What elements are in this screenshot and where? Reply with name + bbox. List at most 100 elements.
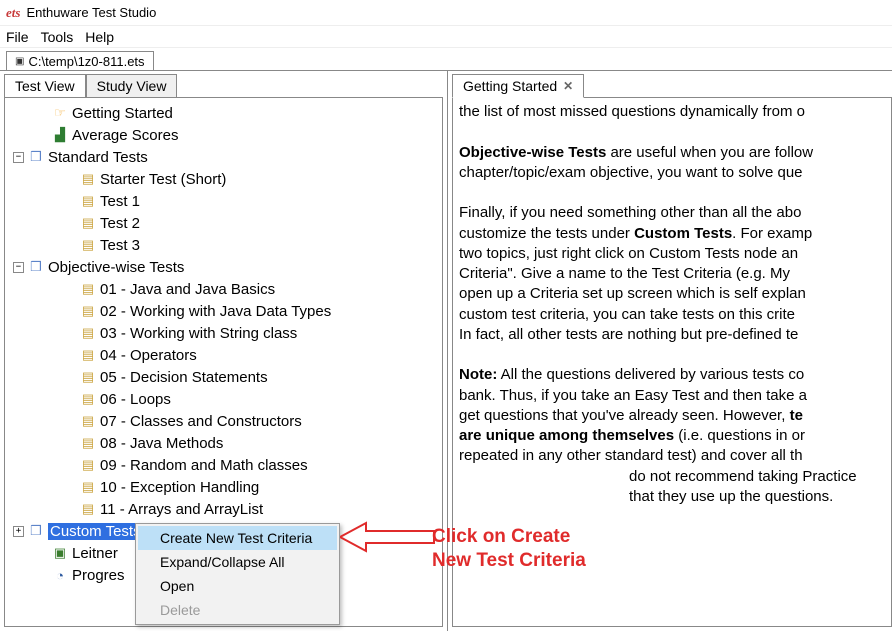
test-icon [80, 391, 96, 407]
tree-node-test[interactable]: 05 - Decision Statements [9, 366, 442, 388]
chart-icon: ▟ [52, 127, 68, 143]
content-bold: Note: [459, 366, 497, 383]
context-create-new-test-criteria[interactable]: Create New Test Criteria [138, 526, 337, 550]
test-icon [80, 303, 96, 319]
content-bold: Objective-wise Tests [459, 144, 606, 161]
hand-icon: ☞ [52, 105, 68, 121]
close-icon[interactable]: ✕ [563, 79, 573, 93]
content-line: chapter/topic/exam objective, you want t… [459, 163, 885, 183]
content-line: customize the tests under Custom Tests. … [459, 224, 885, 244]
content-area: the list of most missed questions dynami… [452, 97, 892, 627]
menu-file[interactable]: File [6, 29, 29, 45]
tree-label: Progres [72, 567, 125, 584]
menu-tools[interactable]: Tools [41, 29, 74, 45]
leitner-icon: ▣ [52, 545, 68, 561]
content-line: Finally, if you need something other tha… [459, 203, 885, 223]
content-line: do not recommend taking Practice [459, 467, 885, 487]
tree-node-test[interactable]: Test 1 [9, 190, 442, 212]
tab-study-view[interactable]: Study View [86, 74, 178, 97]
content-bold: te [790, 407, 803, 424]
content-bold: Custom Tests [634, 225, 732, 242]
content-line: open up a Criteria set up screen which i… [459, 284, 885, 304]
test-icon [80, 413, 96, 429]
tree-label: Leitner [72, 545, 118, 562]
menu-help[interactable]: Help [85, 29, 114, 45]
content-bold: are unique among themselves [459, 427, 674, 444]
content-line: In fact, all other tests are nothing but… [459, 325, 885, 345]
left-tabstrip: Test View Study View [0, 71, 447, 97]
test-icon [80, 457, 96, 473]
tree-node-test[interactable]: 07 - Classes and Constructors [9, 410, 442, 432]
content-line: repeated in any other standard test) and… [459, 446, 885, 466]
tree-node-test[interactable]: 11 - Arrays and ArrayList [9, 498, 442, 520]
tree-label: Objective-wise Tests [48, 259, 184, 276]
tree-node-average-scores[interactable]: ▟ Average Scores [9, 124, 442, 146]
content-line: custom test criteria, you can take tests… [459, 305, 885, 325]
cube-icon: ❒ [28, 149, 44, 165]
tree-label: Test 2 [100, 215, 140, 232]
tree-label: 06 - Loops [100, 391, 171, 408]
document-tab[interactable]: ▣ C:\temp\1z0-811.ets [6, 51, 154, 71]
tree-node-test[interactable]: 09 - Random and Math classes [9, 454, 442, 476]
content-span: All the questions delivered by various t… [497, 366, 804, 383]
context-delete: Delete [138, 598, 337, 622]
tree-node-test[interactable]: 01 - Java and Java Basics [9, 278, 442, 300]
tree-node-test[interactable]: 10 - Exception Handling [9, 476, 442, 498]
test-icon [80, 281, 96, 297]
context-menu: Create New Test Criteria Expand/Collapse… [135, 523, 340, 625]
tree-node-objective-tests[interactable]: − ❒ Objective-wise Tests [9, 256, 442, 278]
test-icon [80, 435, 96, 451]
document-tab-row: ▣ C:\temp\1z0-811.ets [0, 48, 892, 70]
collapse-toggle[interactable]: − [13, 262, 24, 273]
tree-node-test[interactable]: 06 - Loops [9, 388, 442, 410]
test-icon [80, 501, 96, 517]
content-line: are unique among themselves (i.e. questi… [459, 426, 885, 446]
tree-node-test[interactable]: Starter Test (Short) [9, 168, 442, 190]
tree-label: Standard Tests [48, 149, 148, 166]
tree-label: 07 - Classes and Constructors [100, 413, 302, 430]
tree-node-test[interactable]: Test 3 [9, 234, 442, 256]
tree-node-getting-started[interactable]: ☞ Getting Started [9, 102, 442, 124]
tab-test-view[interactable]: Test View [4, 74, 86, 97]
tree-label: 10 - Exception Handling [100, 479, 259, 496]
content-line: get questions that you've already seen. … [459, 406, 885, 426]
tree-label: Getting Started [72, 105, 173, 122]
context-open[interactable]: Open [138, 574, 337, 598]
tree-node-test[interactable]: 04 - Operators [9, 344, 442, 366]
expand-toggle[interactable]: + [13, 526, 24, 537]
content-line: Objective-wise Tests are useful when you… [459, 143, 885, 163]
content-span: . For examp [732, 225, 812, 242]
content-span: get questions that you've already seen. … [459, 407, 790, 424]
content-span: are useful when you are follow [606, 144, 813, 161]
test-icon [80, 347, 96, 363]
test-icon [80, 215, 96, 231]
content-line: two topics, just right click on Custom T… [459, 244, 885, 264]
context-expand-collapse-all[interactable]: Expand/Collapse All [138, 550, 337, 574]
content-span: customize the tests under [459, 225, 634, 242]
tree-node-standard-tests[interactable]: − ❒ Standard Tests [9, 146, 442, 168]
tree-label: 04 - Operators [100, 347, 197, 364]
tree-label: 09 - Random and Math classes [100, 457, 308, 474]
content-line: the list of most missed questions dynami… [459, 102, 885, 122]
tree-label-selected: Custom Tests [48, 523, 143, 540]
tree-label: Test 3 [100, 237, 140, 254]
tree-label: 08 - Java Methods [100, 435, 223, 452]
window-title: Enthuware Test Studio [26, 5, 156, 20]
tree-label: 03 - Working with String class [100, 325, 297, 342]
tree-node-test[interactable]: 03 - Working with String class [9, 322, 442, 344]
collapse-toggle[interactable]: − [13, 152, 24, 163]
tab-getting-started[interactable]: Getting Started ✕ [452, 74, 584, 98]
tree-node-test[interactable]: 08 - Java Methods [9, 432, 442, 454]
document-tab-label: C:\temp\1z0-811.ets [28, 54, 144, 69]
title-bar: ets Enthuware Test Studio [0, 0, 892, 26]
content-line: Criteria". Give a name to the Test Crite… [459, 264, 885, 284]
test-icon [80, 369, 96, 385]
tree-node-test[interactable]: 02 - Working with Java Data Types [9, 300, 442, 322]
tree-node-test[interactable]: Test 2 [9, 212, 442, 234]
file-icon: ▣ [15, 56, 24, 67]
tree-label: Average Scores [72, 127, 178, 144]
test-icon [80, 193, 96, 209]
test-icon [80, 479, 96, 495]
tree-label: Test 1 [100, 193, 140, 210]
cube-icon: ❒ [28, 259, 44, 275]
